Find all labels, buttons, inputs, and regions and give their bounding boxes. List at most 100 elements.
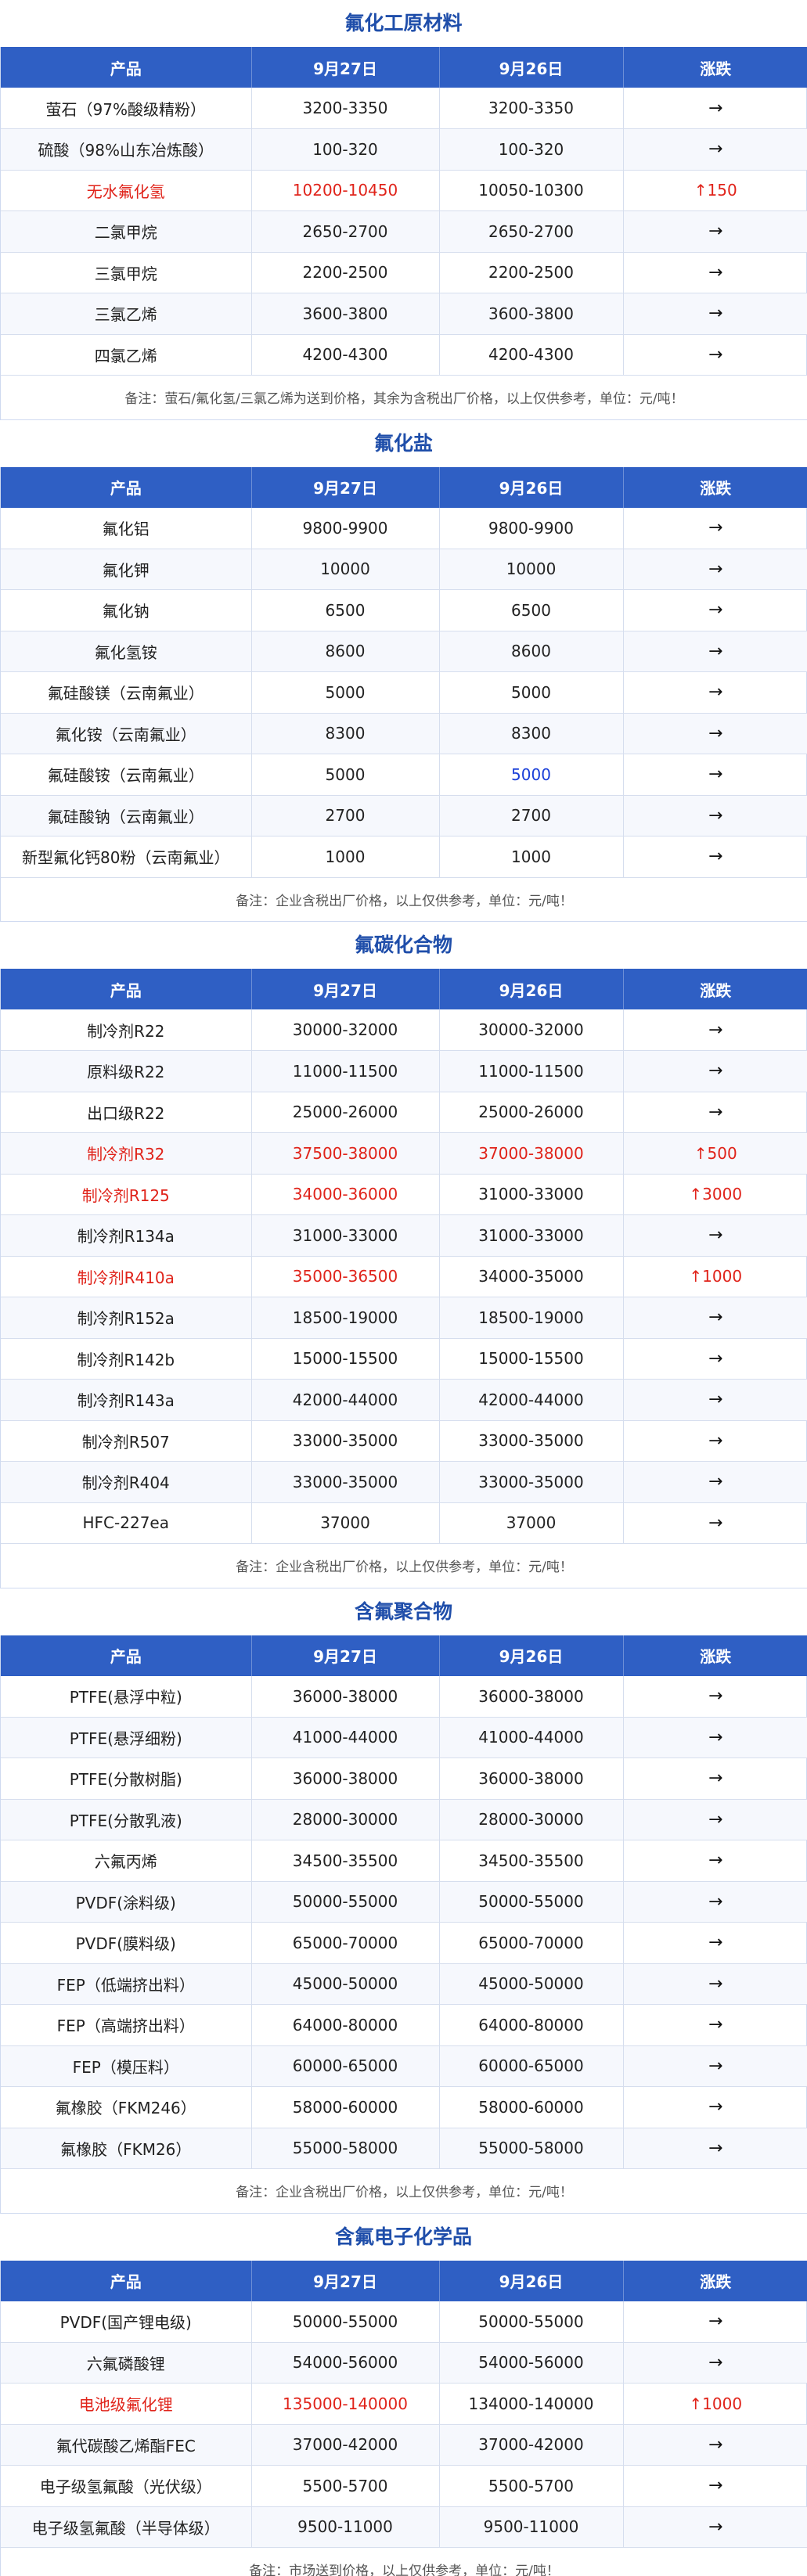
product-name: 硫酸（98%山东冶炼酸） <box>1 128 252 171</box>
price-sep27: 2200-2500 <box>251 252 440 293</box>
flat-arrow-icon: → <box>708 1308 723 1328</box>
section-note: 备注：企业含税出厂价格，以上仅供参考，单位：元/吨！ <box>1 1543 807 1588</box>
flat-arrow-icon: → <box>708 1472 723 1492</box>
price-sep26: 6500 <box>439 589 624 631</box>
table-row: 制冷剂R32 37500-38000 37000-38000 ↑500 <box>1 1132 807 1175</box>
price-sep27: 37000 <box>251 1502 440 1544</box>
flat-arrow-icon: → <box>708 1933 723 1953</box>
table-row: 制冷剂R142b 15000-15500 15000-15500 → <box>1 1338 807 1380</box>
note-row: 备注：市场送到价格，以上仅供参考，单位：元/吨！ <box>1 2547 807 2576</box>
price-sep27: 8300 <box>251 713 440 754</box>
table-row: 氟化铝 9800-9900 9800-9900 → <box>1 507 807 549</box>
flat-arrow-icon: → <box>708 2434 723 2455</box>
price-sep26: 37000 <box>439 1502 624 1544</box>
header-date-26: 9月26日 <box>439 1635 624 1676</box>
product-name: 氟硅酸镁（云南氟业） <box>1 671 252 714</box>
header-date-27: 9月27日 <box>251 466 440 508</box>
table-row: PTFE(分散乳液) 28000-30000 28000-30000 → <box>1 1799 807 1840</box>
table-row: 制冷剂R404 33000-35000 33000-35000 → <box>1 1461 807 1503</box>
price-change: → <box>623 795 807 836</box>
price-sep27: 35000-36500 <box>251 1256 440 1297</box>
table-row: 氟化钾 10000 10000 → <box>1 549 807 590</box>
price-sep27: 3200-3350 <box>251 88 440 129</box>
price-sep26: 34500-35500 <box>439 1840 624 1882</box>
table-row: PTFE(悬浮细粉) 41000-44000 41000-44000 → <box>1 1717 807 1758</box>
price-sep27: 11000-11500 <box>251 1050 440 1092</box>
price-change: → <box>623 713 807 754</box>
price-sep26: 58000-60000 <box>439 2086 624 2128</box>
price-table: 产品 9月27日 9月26日 涨跌 氟化铝 9800-9900 9800-9900 → 氟化钾 1… <box>1 466 807 921</box>
price-sep26: 10050-10300 <box>439 170 624 211</box>
product-name: PVDF(涂料级) <box>1 1881 252 1923</box>
price-change: → <box>623 589 807 631</box>
price-sep27: 54000-56000 <box>251 2342 440 2384</box>
price-change: → <box>623 128 807 171</box>
table-row: 制冷剂R410a 35000-36500 34000-35000 ↑1000 <box>1 1256 807 1297</box>
product-name: 氟橡胶（FKM246） <box>1 2086 252 2128</box>
price-sep26: 28000-30000 <box>439 1799 624 1840</box>
price-sep27: 50000-55000 <box>251 2301 440 2343</box>
price-sep26: 36000-38000 <box>439 1675 624 1718</box>
product-name: PVDF(国产锂电级) <box>1 2301 252 2343</box>
header-date-27: 9月27日 <box>251 2260 440 2301</box>
table-row: 制冷剂R22 30000-32000 30000-32000 → <box>1 1009 807 1051</box>
product-name: 二氯甲烷 <box>1 210 252 253</box>
section-note: 备注：萤石/氟化氢/三氯乙烯为送到价格，其余为含税出厂价格，以上仅供参考，单位：… <box>1 375 807 419</box>
price-sep27: 5000 <box>251 754 440 796</box>
price-sep27: 34000-36000 <box>251 1174 440 1215</box>
table-row: 氟化钠 6500 6500 → <box>1 589 807 631</box>
product-name: 制冷剂R143a <box>1 1379 252 1421</box>
price-sep26: 31000-33000 <box>439 1214 624 1257</box>
product-name: FEP（模压料） <box>1 2045 252 2087</box>
price-change: → <box>623 1717 807 1758</box>
header-date-27: 9月27日 <box>251 969 440 1009</box>
price-sep27: 9800-9900 <box>251 507 440 549</box>
price-change: → <box>623 2342 807 2384</box>
flat-arrow-icon: → <box>708 1020 723 1040</box>
table-header-row: 产品 9月27日 9月26日 涨跌 <box>1 47 807 88</box>
table-row: 硫酸（98%山东冶炼酸） 100-320 100-320 → <box>1 128 807 171</box>
price-sep26: 10000 <box>439 549 624 590</box>
product-name: 氟化钠 <box>1 589 252 631</box>
table-row: 原料级R22 11000-11500 11000-11500 → <box>1 1050 807 1092</box>
table-row: 氟硅酸铵（云南氟业） 5000 5000 → <box>1 754 807 796</box>
price-sep27: 5000 <box>251 671 440 714</box>
header-product: 产品 <box>1 466 252 508</box>
flat-arrow-icon: → <box>708 1686 723 1706</box>
price-table-box: 产品 9月27日 9月26日 涨跌 PTFE(悬浮中粒) 36000-38000 36000… <box>0 1635 807 2214</box>
price-sep27: 65000-70000 <box>251 1922 440 1964</box>
table-row: FEP（低端挤出料） 45000-50000 45000-50000 → <box>1 1963 807 2005</box>
flat-arrow-icon: → <box>708 2056 723 2076</box>
price-sep26: 9800-9900 <box>439 507 624 549</box>
header-date-26: 9月26日 <box>439 47 624 88</box>
price-change: → <box>623 88 807 129</box>
price-sep26: 5000 <box>439 754 624 796</box>
flat-arrow-icon: → <box>708 1851 723 1871</box>
product-name: 氟化铝 <box>1 507 252 549</box>
price-change: ↑1000 <box>623 2383 807 2425</box>
table-row: 电池级氟化锂 135000-140000 134000-140000 ↑1000 <box>1 2383 807 2425</box>
price-sep26: 50000-55000 <box>439 1881 624 1923</box>
product-name: 新型氟化钙80粉（云南氟业） <box>1 836 252 878</box>
header-date-26: 9月26日 <box>439 2260 624 2301</box>
price-table: 产品 9月27日 9月26日 涨跌 PVDF(国产锂电级) 50000-55000 5000… <box>1 2260 807 2576</box>
price-sep27: 4200-4300 <box>251 334 440 376</box>
price-table-box: 产品 9月27日 9月26日 涨跌 PVDF(国产锂电级) 50000-55000 5000… <box>0 2260 807 2576</box>
price-sep26: 37000-42000 <box>439 2424 624 2466</box>
table-row: 氟硅酸镁（云南氟业） 5000 5000 → <box>1 671 807 714</box>
price-section: 氟化盐 产品 9月27日 9月26日 涨跌 氟化铝 9800-9900 9800-9900 → 氟… <box>0 419 807 922</box>
price-sep27: 50000-55000 <box>251 1881 440 1923</box>
price-sep26: 3200-3350 <box>439 88 624 129</box>
header-date-27: 9月27日 <box>251 1635 440 1676</box>
price-sep27: 135000-140000 <box>251 2383 440 2425</box>
table-row: PVDF(涂料级) 50000-55000 50000-55000 → <box>1 1881 807 1923</box>
price-sep27: 36000-38000 <box>251 1675 440 1718</box>
product-name: PTFE(分散乳液) <box>1 1799 252 1840</box>
flat-arrow-icon: → <box>708 559 723 579</box>
flat-arrow-icon: → <box>708 2097 723 2117</box>
price-sep27: 41000-44000 <box>251 1717 440 1758</box>
product-name: 电子级氢氟酸（光伏级） <box>1 2465 252 2507</box>
header-change: 涨跌 <box>623 1635 807 1676</box>
table-row: PVDF(膜料级) 65000-70000 65000-70000 → <box>1 1922 807 1964</box>
price-change: ↑3000 <box>623 1174 807 1215</box>
